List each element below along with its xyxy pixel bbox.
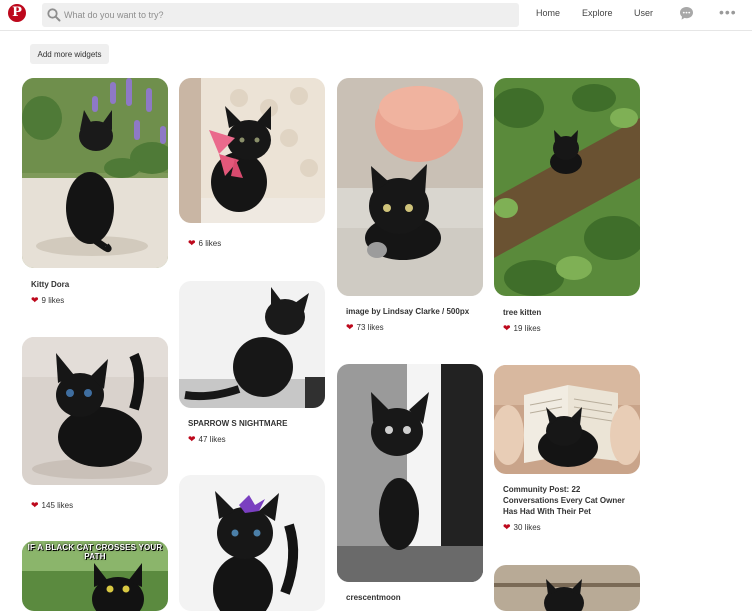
heart-icon: ❤: [31, 500, 39, 510]
pin-image-black-cat-meme[interactable]: IF A BLACK CAT CROSSES YOUR PATH: [22, 541, 168, 611]
pin-likes-count: 6 likes: [198, 239, 222, 248]
pin-likes-count: 30 likes: [513, 523, 541, 532]
pin-image-kitten-blue-eyes[interactable]: [22, 337, 168, 485]
pin-likes[interactable]: ❤ 30 likes: [503, 522, 541, 533]
pin-title: SPARROW S NIGHTMARE: [188, 419, 288, 428]
more-options-icon[interactable]: •••: [719, 5, 737, 19]
pin-title-line: Has Had With Their Pet: [503, 507, 591, 516]
heart-icon: ❤: [503, 323, 511, 333]
pin-image-kitten-lavender[interactable]: [22, 78, 168, 268]
pin-likes-count: 19 likes: [513, 324, 541, 333]
meme-caption: IF A BLACK CAT CROSSES YOUR PATH: [27, 543, 163, 561]
heart-icon: ❤: [346, 322, 354, 332]
nav-user-link[interactable]: User: [634, 8, 653, 18]
search-icon: [47, 8, 61, 22]
add-more-widgets-button[interactable]: Add more widgets: [30, 44, 109, 64]
pin-likes[interactable]: ❤ 19 likes: [503, 323, 541, 334]
heart-icon: ❤: [188, 238, 196, 248]
nav-explore-link[interactable]: Explore: [582, 8, 613, 18]
pin-likes[interactable]: ❤ 73 likes: [346, 322, 384, 333]
heart-icon: ❤: [503, 522, 511, 532]
search-bar[interactable]: [42, 3, 519, 27]
pin-likes[interactable]: ❤ 6 likes: [188, 238, 221, 249]
pin-image-kitten-mouse-toy[interactable]: [337, 78, 483, 296]
heart-icon: ❤: [188, 434, 196, 444]
pin-image-kitten-black-white[interactable]: [337, 364, 483, 582]
pin-title: tree kitten: [503, 308, 542, 317]
chat-icon[interactable]: [679, 6, 694, 21]
pin-image-kitten-partial[interactable]: [494, 565, 640, 611]
pin-image-kitten-purple-bow[interactable]: [179, 475, 325, 611]
pin-image-kitten-silhouette[interactable]: [179, 281, 325, 408]
pin-likes[interactable]: ❤ 9 likes: [31, 295, 64, 306]
pin-title: Community Post: 22 Conversations Every C…: [503, 484, 625, 517]
top-bar: P Home Explore User •••: [0, 0, 752, 31]
pin-image-kitten-tree[interactable]: [494, 78, 640, 296]
pin-likes-count: 145 likes: [41, 501, 74, 510]
pin-title: crescentmoon: [346, 593, 401, 602]
pin-title-line: Community Post: 22: [503, 485, 581, 494]
pin-likes-count: 9 likes: [41, 296, 65, 305]
pin-likes-count: 73 likes: [356, 323, 384, 332]
pin-title: Kitty Dora: [31, 280, 70, 289]
pin-title-line: Conversations Every Cat Owner: [503, 496, 625, 505]
search-input[interactable]: [64, 3, 514, 27]
pin-image-kitten-book[interactable]: [494, 365, 640, 474]
pin-likes[interactable]: ❤ 47 likes: [188, 434, 226, 445]
pin-image-kitten-pink-bow[interactable]: [179, 78, 325, 223]
heart-icon: ❤: [31, 295, 39, 305]
pinterest-logo[interactable]: P: [8, 4, 26, 22]
pin-likes[interactable]: ❤ 145 likes: [31, 500, 73, 511]
pin-likes-count: 47 likes: [198, 435, 226, 444]
nav-home-link[interactable]: Home: [536, 8, 560, 18]
pin-title: image by Lindsay Clarke / 500px: [346, 307, 470, 316]
